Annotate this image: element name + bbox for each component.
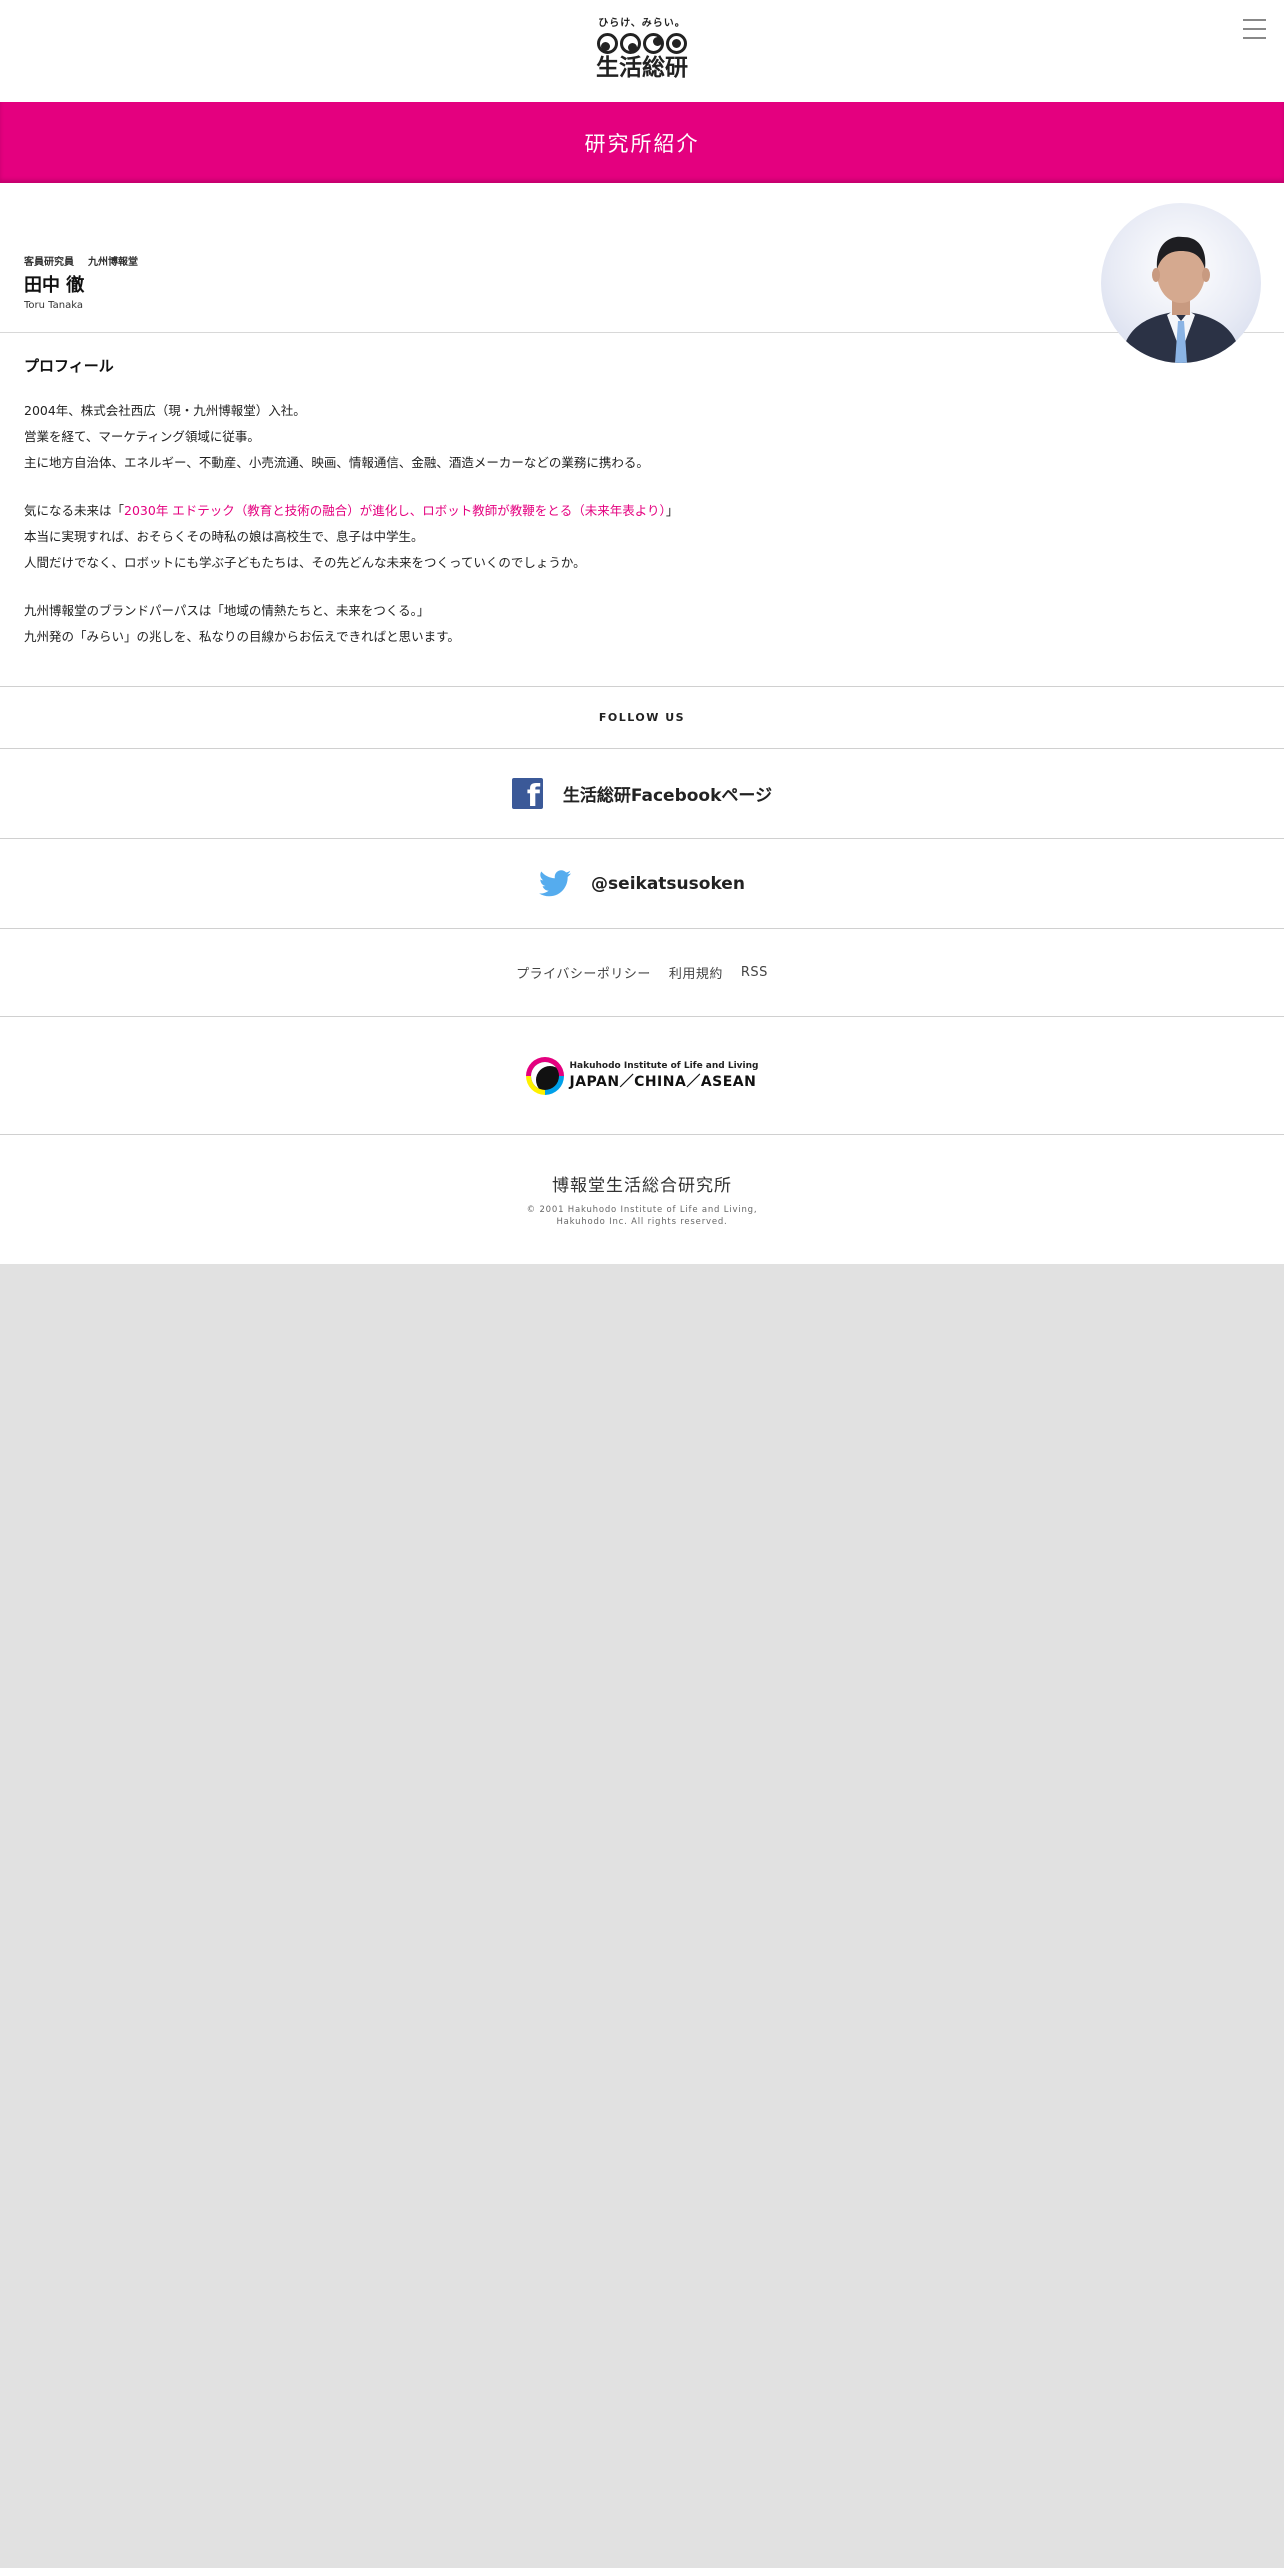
researcher-name: 田中 徹 [24,275,85,296]
text-fragment: 」 [665,503,679,518]
twitter-link[interactable]: @seikatsusoken [0,838,1284,928]
profile-paragraph-3: 九州博報堂のブランドパーパスは「地域の情熱たちと、未来をつくる。」 九州発の「み… [24,598,1260,650]
follow-us-heading: FOLLOW US [0,686,1284,748]
page: ひらけ、みらい。 生活総研 研究所紹介 客員研究員 九州博報堂 田中 徹 Toru… [0,0,1284,1264]
hill-brand-logo[interactable]: Hakuhodo Institute of Life and Living JA… [525,1056,759,1095]
text-line: 人間だけでなく、ロボットにも学ぶ子どもたちは、その先どんな未来をつくっていくので… [24,555,586,570]
future-timeline-link[interactable]: 2030年 エドテック（教育と技術の融合）が進化し、ロボット教師が教鞭をとる（未… [124,503,666,518]
profile-paragraph-2: 気になる未来は「2030年 エドテック（教育と技術の融合）が進化し、ロボット教師… [24,498,1260,576]
logo-eyes-icon [592,33,692,54]
twitter-icon [539,870,572,897]
text-line: 九州博報堂のブランドパーパスは「地域の情熱たちと、未来をつくる。」 [24,603,430,618]
facebook-label: 生活総研Facebookページ [562,786,773,806]
profile-header: 客員研究員 九州博報堂 田中 徹 Toru Tanaka [0,183,1284,363]
copyright-line-1: © 2001 Hakuhodo Institute of Life and Li… [526,1205,758,1215]
portrait-photo [1121,236,1241,363]
profile-body: プロフィール 2004年、株式会社西広（現・九州博報堂）入社。 営業を経て、マー… [0,333,1284,686]
text-line: 2004年、株式会社西広（現・九州博報堂）入社。 [24,403,306,418]
facebook-link[interactable]: 生活総研Facebookページ [0,748,1284,838]
text-line: 気になる未来は「2030年 エドテック（教育と技術の融合）が進化し、ロボット教師… [24,498,1260,524]
copyright-line-2: Hakuhodo Inc. All rights reserved. [556,1217,728,1227]
logo-tagline: ひらけ、みらい。 [598,18,686,29]
terms-link[interactable]: 利用規約 [669,963,723,982]
text-fragment: 気になる未来は「 [24,503,125,518]
twitter-handle: @seikatsusoken [591,873,745,894]
role-title: 客員研究員 [24,257,74,268]
brand-subtitle: Hakuhodo Institute of Life and Living [569,1060,759,1071]
privacy-policy-link[interactable]: プライバシーポリシー [516,963,651,982]
text-line: 九州発の「みらい」の兆しを、私なりの目線からお伝えできればと思います。 [24,629,460,644]
menu-icon[interactable] [1243,19,1266,39]
page-title-banner: 研究所紹介 [0,102,1284,183]
text-line: 営業を経て、マーケティング領域に従事。 [24,429,260,444]
text-line: 主に地方自治体、エネルギー、不動産、小売流通、映画、情報通信、金融、酒造メーカー… [24,455,649,470]
role-affiliation: 九州博報堂 [88,257,138,268]
facebook-icon [511,778,543,812]
site-header: ひらけ、みらい。 生活総研 [0,0,1284,102]
profile-paragraph-1: 2004年、株式会社西広（現・九州博報堂）入社。 営業を経て、マーケティング領域… [24,398,1260,476]
researcher-role: 客員研究員 九州博報堂 [24,253,152,268]
rss-link[interactable]: RSS [741,965,768,980]
logo-text: 生活総研 [596,55,688,81]
profile-section-title: プロフィール [24,357,114,375]
follow-us-label: FOLLOW US [598,711,686,724]
avatar [1101,203,1261,363]
page-title: 研究所紹介 [584,131,700,156]
brand-regions: JAPAN／CHINA／ASEAN [569,1073,757,1090]
org-name: 博報堂生活総合研究所 [552,1176,732,1196]
researcher-name-en: Toru Tanaka [24,300,83,311]
brand-logo-row: Hakuhodo Institute of Life and Living JA… [0,1016,1284,1134]
copyright-text: © 2001 Hakuhodo Institute of Life and Li… [527,1204,758,1228]
copyright-block: 博報堂生活総合研究所 © 2001 Hakuhodo Institute of … [0,1134,1284,1264]
footer-links: プライバシーポリシー 利用規約 RSS [0,928,1284,1016]
text-line: 本当に実現すれば、おそらくその時私の娘は高校生で、息子は中学生。 [24,529,424,544]
site-logo[interactable]: ひらけ、みらい。 生活総研 [592,17,692,87]
hill-eye-icon [525,1056,564,1095]
